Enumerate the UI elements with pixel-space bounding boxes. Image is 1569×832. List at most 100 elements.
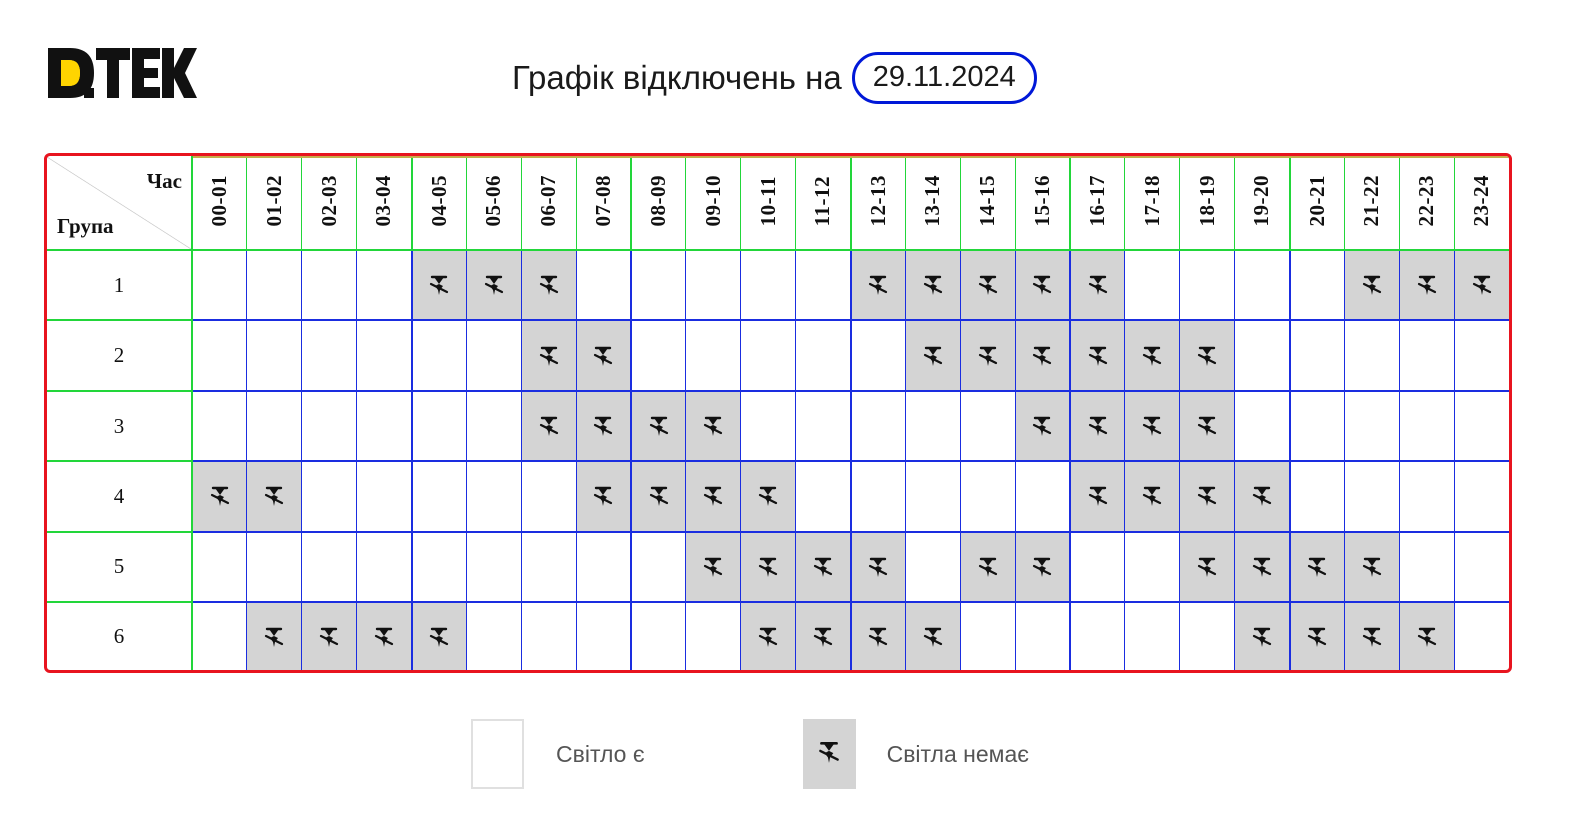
hour-header-label: 15-16	[1029, 175, 1054, 227]
legend-power-on-label: Світло є	[556, 740, 645, 767]
slot-power-on	[1288, 461, 1345, 533]
slot-power-on	[520, 602, 577, 670]
hour-header-label: 08-09	[646, 175, 671, 227]
outage-schedule-table: Час Група 00-01 01-02 02-03 03-04 04-05 05-06…	[47, 156, 1509, 670]
slot-power-off	[795, 531, 851, 604]
slot-power-on	[1343, 390, 1400, 463]
slot-power-on	[959, 390, 1016, 463]
slot-power-on	[301, 250, 357, 322]
slot-power-on	[849, 320, 906, 392]
slot-power-off	[1014, 250, 1070, 322]
hour-header-label: 20-21	[1304, 175, 1329, 227]
slot-power-off	[520, 250, 577, 322]
slot-power-on	[1124, 602, 1180, 670]
slot-power-off	[685, 390, 741, 463]
group-row-1: 1	[47, 250, 1509, 322]
slot-power-off	[1179, 390, 1235, 463]
slot-power-on	[904, 531, 961, 604]
slot-power-on	[904, 461, 961, 533]
slot-power-on	[356, 461, 412, 533]
legend: Світло є Світла немає	[471, 718, 1029, 790]
slot-power-off	[410, 250, 467, 322]
slot-power-off	[356, 602, 412, 670]
slot-power-on	[795, 390, 851, 463]
hour-header-label: 10-11	[755, 175, 780, 227]
hour-header-05-06: 05-06	[465, 156, 522, 251]
power-off-icon	[759, 487, 778, 507]
hour-header-15-16: 15-16	[1014, 156, 1070, 251]
page-title: Графік відключень на	[512, 59, 842, 96]
hour-header-10-11: 10-11	[740, 156, 796, 251]
power-off-icon	[594, 487, 613, 507]
slot-power-off	[1124, 390, 1180, 463]
power-off-icon	[1308, 627, 1327, 647]
power-off-icon	[1033, 557, 1052, 577]
power-off-icon	[1033, 416, 1052, 437]
power-off-icon	[484, 276, 503, 296]
power-off-icon	[1033, 346, 1052, 366]
power-off-icon	[759, 627, 778, 647]
hour-header-label: 11-12	[810, 175, 835, 227]
hour-header-01-02: 01-02	[246, 156, 302, 251]
slot-power-off	[1288, 531, 1345, 604]
slot-power-on	[246, 250, 302, 322]
table-corner: Час Група	[47, 157, 193, 251]
group-label: 3	[47, 390, 193, 463]
slot-power-on	[1453, 320, 1509, 392]
slot-power-on	[740, 390, 796, 463]
slot-power-off	[1453, 250, 1509, 322]
slot-power-off	[740, 602, 796, 670]
hour-axis-label: Час	[146, 169, 182, 193]
slot-power-on	[849, 461, 906, 533]
slot-power-off	[575, 320, 631, 392]
power-off-icon	[1252, 487, 1271, 507]
hour-header-04-05: 04-05	[410, 156, 467, 251]
slot-power-on	[1288, 390, 1345, 463]
slot-power-on	[410, 461, 467, 533]
slot-power-off	[1179, 320, 1235, 392]
hour-header-label: 07-08	[590, 175, 615, 227]
slot-power-on	[630, 320, 686, 392]
slot-power-off	[959, 531, 1016, 604]
hour-header-label: 00-01	[207, 175, 232, 227]
slot-power-off	[959, 250, 1016, 322]
power-off-icon	[1417, 627, 1436, 647]
power-off-icon	[1417, 276, 1436, 296]
slot-power-on	[1069, 531, 1125, 604]
dtek-logo	[48, 48, 197, 98]
hour-header-label: 04-05	[426, 175, 451, 227]
slot-power-off	[1343, 250, 1400, 322]
hour-header-19-20: 19-20	[1234, 156, 1290, 251]
hour-header-label: 13-14	[920, 175, 945, 227]
slot-power-on	[630, 531, 686, 604]
hour-header-label: 18-19	[1194, 175, 1219, 227]
power-off-icon	[704, 487, 723, 507]
power-off-icon	[374, 627, 393, 647]
power-off-icon	[320, 627, 339, 647]
slot-power-off	[904, 602, 961, 670]
hour-header-12-13: 12-13	[849, 156, 906, 251]
hour-header-02-03: 02-03	[301, 156, 357, 251]
slot-power-off	[1234, 531, 1290, 604]
group-label: 2	[47, 320, 193, 392]
hour-header-label: 21-22	[1359, 175, 1384, 227]
slot-power-on	[410, 390, 467, 463]
slot-power-on	[740, 250, 796, 322]
power-off-icon	[978, 557, 997, 577]
slot-power-on	[740, 320, 796, 392]
power-off-icon	[539, 346, 558, 366]
slot-power-off	[246, 461, 302, 533]
group-axis-label: Група	[57, 214, 114, 238]
page-header: Графік відключень на 29.11.2024	[512, 47, 1037, 109]
slot-power-on	[795, 320, 851, 392]
power-off-icon	[539, 276, 558, 296]
slot-power-on	[410, 531, 467, 604]
slot-power-off	[1234, 461, 1290, 533]
power-off-icon	[869, 627, 888, 647]
group-label: 5	[47, 531, 193, 604]
power-off-icon	[265, 627, 284, 647]
slot-power-off	[1014, 531, 1070, 604]
slot-power-on	[1014, 602, 1070, 670]
hour-header-label: 03-04	[371, 175, 396, 227]
slot-power-off	[1124, 461, 1180, 533]
